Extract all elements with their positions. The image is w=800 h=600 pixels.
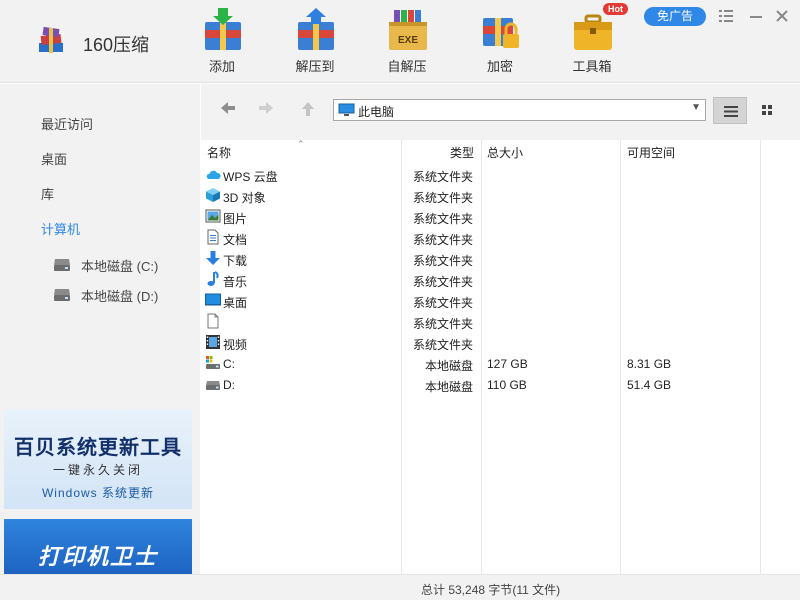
chevron-down-icon[interactable]: ▼ (691, 102, 701, 113)
column-header: 名称 ⌃ 类型 总大小 可用空间 (201, 139, 800, 164)
menu-icon[interactable] (716, 6, 736, 26)
column-header-free[interactable]: 可用空间 (627, 144, 675, 161)
up-arrow-icon[interactable] (297, 101, 319, 121)
ad1-subtitle-2: Windows 系统更新 (41, 486, 154, 500)
video-icon (206, 335, 220, 349)
document-icon (207, 229, 219, 245)
cube-icon (206, 188, 220, 202)
extract-archive-icon (298, 8, 334, 50)
add-archive-icon (205, 8, 241, 50)
list-item[interactable]: 系统文件夹 (201, 311, 800, 332)
desktop-icon (205, 293, 221, 306)
back-arrow-icon[interactable] (217, 101, 239, 121)
drive-d-label: 本地磁盘 (D:) (81, 289, 159, 304)
list-item[interactable]: D: 本地磁盘 110 GB 51.4 GB (201, 374, 800, 395)
drive-c-label: 本地磁盘 (C:) (81, 259, 159, 274)
extract-button[interactable]: 解压到 (280, 4, 350, 76)
address-text: 此电脑 (358, 105, 395, 119)
ad2-title: 打印机卫士 (37, 544, 158, 569)
sfx-label: 自解压 (387, 59, 427, 74)
list-view-button[interactable] (713, 97, 747, 124)
forward-arrow-icon[interactable] (255, 101, 277, 121)
navigation-bar: 此电脑 ▼ (201, 84, 800, 140)
list-item[interactable]: 桌面 系统文件夹 (201, 290, 800, 311)
status-text: 总计 53,248 字节(11 文件) (421, 583, 561, 597)
column-header-type[interactable]: 类型 (450, 144, 474, 161)
lock-icon (483, 18, 519, 48)
sidebar-item-library[interactable]: 库 (41, 184, 54, 203)
list-item[interactable]: 3D 对象 系统文件夹 (201, 185, 800, 206)
this-pc-icon (338, 103, 355, 116)
list-view-icon (724, 106, 738, 117)
ad-banner-printer-guard[interactable]: 打印机卫士 (4, 519, 192, 574)
pictures-icon (205, 209, 221, 223)
column-header-size[interactable]: 总大小 (487, 144, 523, 161)
list-item[interactable]: 图片 系统文件夹 (201, 206, 800, 227)
app-title: 160压缩 (83, 35, 150, 55)
cloud-icon (206, 170, 221, 179)
encrypt-label: 加密 (486, 59, 513, 74)
rar-books-icon (39, 26, 63, 53)
drive-icon (206, 381, 220, 390)
add-label: 添加 (208, 59, 235, 74)
grid-view-icon (762, 105, 772, 115)
sidebar-item-computer[interactable]: 计算机 (41, 219, 80, 238)
blank-file-icon (207, 313, 219, 329)
add-button[interactable]: 添加 (187, 4, 257, 76)
ad1-title: 百贝系统更新工具 (14, 437, 182, 459)
status-bar: 总计 53,248 字节(11 文件) (0, 574, 800, 600)
sfx-button[interactable]: EXE 自解压 (372, 4, 442, 76)
list-item[interactable]: C: 本地磁盘 127 GB 8.31 GB (201, 353, 800, 374)
list-item[interactable]: WPS 云盘 系统文件夹 (201, 164, 800, 185)
drive-icon (54, 259, 70, 271)
encrypt-button[interactable]: 加密 (465, 4, 535, 76)
sidebar-item-desktop[interactable]: 桌面 (41, 149, 67, 168)
list-item[interactable]: 视频 系统文件夹 (201, 332, 800, 353)
ad1-subtitle: 一键永久关闭 (52, 463, 143, 477)
close-icon[interactable] (772, 6, 792, 26)
exe-badge: EXE (397, 35, 418, 46)
toolbox-label: 工具箱 (572, 59, 612, 74)
list-item[interactable]: 音乐 系统文件夹 (201, 269, 800, 290)
list-item[interactable]: 文档 系统文件夹 (201, 227, 800, 248)
ad-banner-system-update[interactable]: 百贝系统更新工具 一键永久关闭 Windows 系统更新 (4, 409, 192, 509)
sidebar-item-recent[interactable]: 最近访问 (41, 114, 93, 133)
music-icon (207, 271, 219, 286)
column-header-name[interactable]: 名称 (207, 144, 231, 161)
extract-label: 解压到 (295, 59, 335, 74)
ad-free-button[interactable]: 免广告 (644, 7, 706, 26)
sort-ascending-icon: ⌃ (297, 139, 305, 149)
list-item[interactable]: 下载 系统文件夹 (201, 248, 800, 269)
address-bar[interactable]: 此电脑 ▼ (333, 99, 706, 121)
drive-icon (54, 289, 70, 301)
system-drive-icon (206, 356, 220, 369)
file-list: 名称 ⌃ 类型 总大小 可用空间 WPS 云盘 系统文件夹 3D 对象 系统文件… (201, 139, 800, 574)
minimize-icon[interactable] (746, 6, 766, 26)
hot-badge: Hot (603, 3, 628, 15)
download-icon (206, 251, 220, 265)
toolbar: 160压缩 添加 解压到 EXE 自解压 加密 工具箱 Hot 免广告 (0, 0, 800, 83)
grid-view-button[interactable] (750, 97, 784, 124)
